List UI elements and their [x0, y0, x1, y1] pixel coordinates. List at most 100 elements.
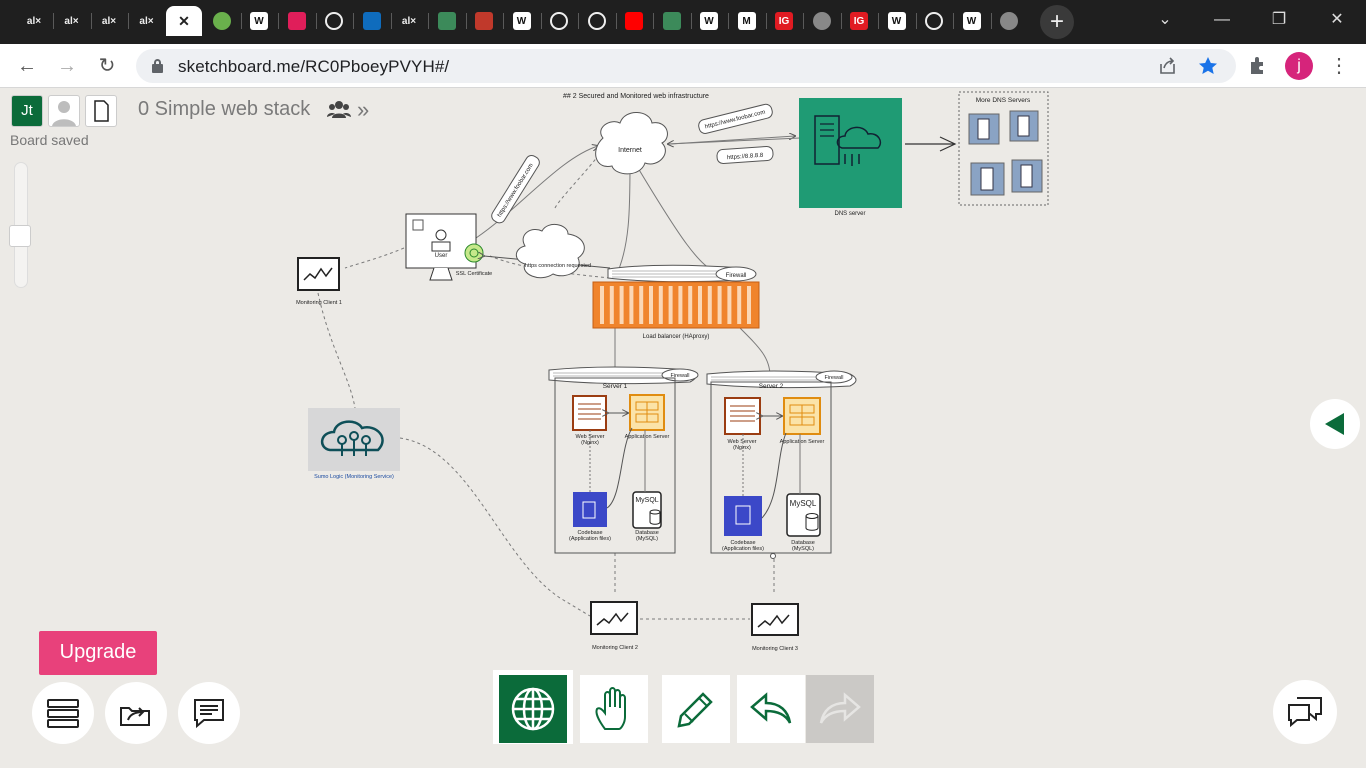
redo-button[interactable] [806, 675, 874, 743]
collaborators-icon[interactable] [327, 99, 351, 119]
sumo-logic-service[interactable]: Sumo Logic (Monitoring Service) [308, 408, 400, 480]
browser-tab[interactable]: W [241, 6, 277, 36]
onedrive-icon [362, 12, 381, 30]
browser-tab[interactable] [804, 6, 840, 36]
browser-tab[interactable]: M [729, 6, 765, 36]
browser-tab[interactable]: W [954, 6, 990, 36]
svg-text:Application Server: Application Server [625, 434, 670, 440]
menu-icon[interactable]: ⋮ [1324, 51, 1354, 81]
collapse-panel-button[interactable] [1310, 399, 1360, 449]
monitoring-client-1[interactable]: Monitoring Client 1 [296, 257, 342, 306]
diagram-canvas[interactable]: ## 2 Secured and Monitored web infrastru… [0, 88, 1366, 768]
address-bar[interactable]: sketchboard.me/RC0PboeyPVYH#/ [136, 49, 1236, 83]
browser-tab[interactable] [354, 6, 390, 36]
diagram-heading: ## 2 Secured and Monitored web infrastru… [563, 93, 709, 100]
server-1[interactable]: Firewall Server 1 Web Server (Nginx) App… [548, 366, 699, 554]
browser-tab[interactable]: al× [91, 6, 127, 36]
user-avatar[interactable]: Jt [11, 95, 43, 127]
browser-tab[interactable] [279, 6, 315, 36]
window-close-icon[interactable]: ✕ [1322, 8, 1352, 32]
back-icon[interactable]: ← [12, 51, 42, 81]
upgrade-button[interactable]: Upgrade [39, 631, 157, 675]
browser-tab[interactable] [429, 6, 465, 36]
lb-slot [717, 286, 722, 324]
minimize-icon[interactable]: — [1207, 8, 1237, 32]
browser-tab[interactable]: IG [841, 6, 877, 36]
alx-icon: al× [26, 15, 42, 27]
tool-hand-button[interactable] [580, 675, 648, 743]
browser-tab[interactable]: IG [766, 6, 802, 36]
restore-icon[interactable]: ❐ [1264, 8, 1294, 32]
bookmark-star-icon[interactable] [1198, 56, 1218, 76]
browser-tab[interactable] [579, 6, 615, 36]
https-request-cloud: https connection requested [515, 223, 591, 279]
internet-cloud[interactable]: Internet [595, 112, 668, 175]
server-2[interactable]: Firewall Server 2 Web Server (Nginx) App… [706, 370, 857, 559]
pencil-icon [677, 692, 713, 728]
lb-slot [668, 286, 673, 324]
guest-avatar[interactable] [48, 95, 80, 127]
lb-slot [639, 286, 644, 324]
browser-tab[interactable]: al× [391, 6, 427, 36]
export-button[interactable] [105, 682, 167, 744]
load-balancer[interactable]: Load balancer (HAproxy) [592, 281, 760, 340]
lb-slot [658, 286, 663, 324]
chat-button[interactable] [1273, 680, 1337, 744]
browser-tab[interactable] [204, 6, 240, 36]
extensions-icon[interactable] [1248, 56, 1268, 76]
tab-search-icon[interactable]: ⌄ [1150, 8, 1180, 32]
browser-tab[interactable]: al× [129, 6, 165, 36]
url-tag-foobar-top: https://www.foobar.com [698, 103, 773, 134]
browser-tab[interactable] [466, 6, 502, 36]
circle-c-icon [812, 12, 831, 30]
tool-browse-button[interactable] [499, 675, 567, 743]
board-title[interactable]: 0 Simple web stack [138, 98, 310, 121]
svg-text:(MySQL): (MySQL) [792, 546, 814, 552]
browser-tab[interactable]: W [879, 6, 915, 36]
zoom-slider-handle[interactable] [9, 225, 31, 247]
slack-icon [287, 12, 306, 30]
undo-button[interactable] [737, 675, 805, 743]
svg-text:Load balancer (HAproxy): Load balancer (HAproxy) [643, 334, 710, 340]
browser-tab[interactable] [541, 6, 577, 36]
share-icon[interactable] [1158, 57, 1178, 75]
dns-server[interactable]: DNS server [799, 98, 902, 217]
browser-tab[interactable] [916, 6, 952, 36]
svg-text:https connection requested: https connection requested [525, 263, 591, 269]
new-tab-button[interactable]: + [1040, 5, 1074, 39]
profile-avatar[interactable]: j [1285, 52, 1313, 80]
url-text[interactable]: sketchboard.me/RC0PboeyPVYH#/ [178, 57, 449, 77]
expand-chevron-icon[interactable]: » [357, 97, 369, 123]
comment-icon [194, 699, 224, 729]
browser-tab[interactable] [316, 6, 352, 36]
browser-tab[interactable] [616, 6, 652, 36]
browser-tab[interactable] [654, 6, 690, 36]
svg-text:Monitoring Client 2: Monitoring Client 2 [592, 645, 638, 651]
monitoring-client-2[interactable]: Monitoring Client 2 [590, 601, 638, 651]
boat-icon [475, 12, 493, 30]
lb-slot [698, 286, 702, 324]
monitoring-client-3[interactable]: Monitoring Client 3 [751, 603, 799, 652]
wikipedia-icon: W [962, 12, 981, 30]
more-dns-servers[interactable]: More DNS Servers [958, 91, 1049, 206]
tool-pencil-button[interactable] [662, 675, 730, 743]
comments-button[interactable] [178, 682, 240, 744]
sketchboard-app: ## 2 Secured and Monitored web infrastru… [0, 88, 1366, 768]
lb-slot [707, 286, 712, 324]
save-status: Board saved [10, 132, 89, 148]
browser-tab[interactable]: W [691, 6, 727, 36]
firewall-load-balancer[interactable]: Firewall [607, 264, 757, 283]
browser-tab[interactable]: al× [54, 6, 90, 36]
url-tag-ip: https://8.8.8.8 [716, 145, 774, 165]
browser-tab[interactable] [991, 6, 1027, 36]
browser-tab[interactable]: W [504, 6, 540, 36]
export-icon [120, 707, 150, 726]
svg-text:Monitoring Client 3: Monitoring Client 3 [752, 646, 798, 652]
reload-icon[interactable]: ↻ [92, 51, 122, 81]
browser-tab[interactable]: al× [16, 6, 52, 36]
lb-slot [600, 286, 604, 324]
layers-button[interactable] [32, 682, 94, 744]
browser-tab[interactable]: ✕ [166, 6, 202, 36]
forward-icon[interactable]: → [52, 51, 82, 81]
board-page-icon[interactable] [85, 95, 117, 127]
